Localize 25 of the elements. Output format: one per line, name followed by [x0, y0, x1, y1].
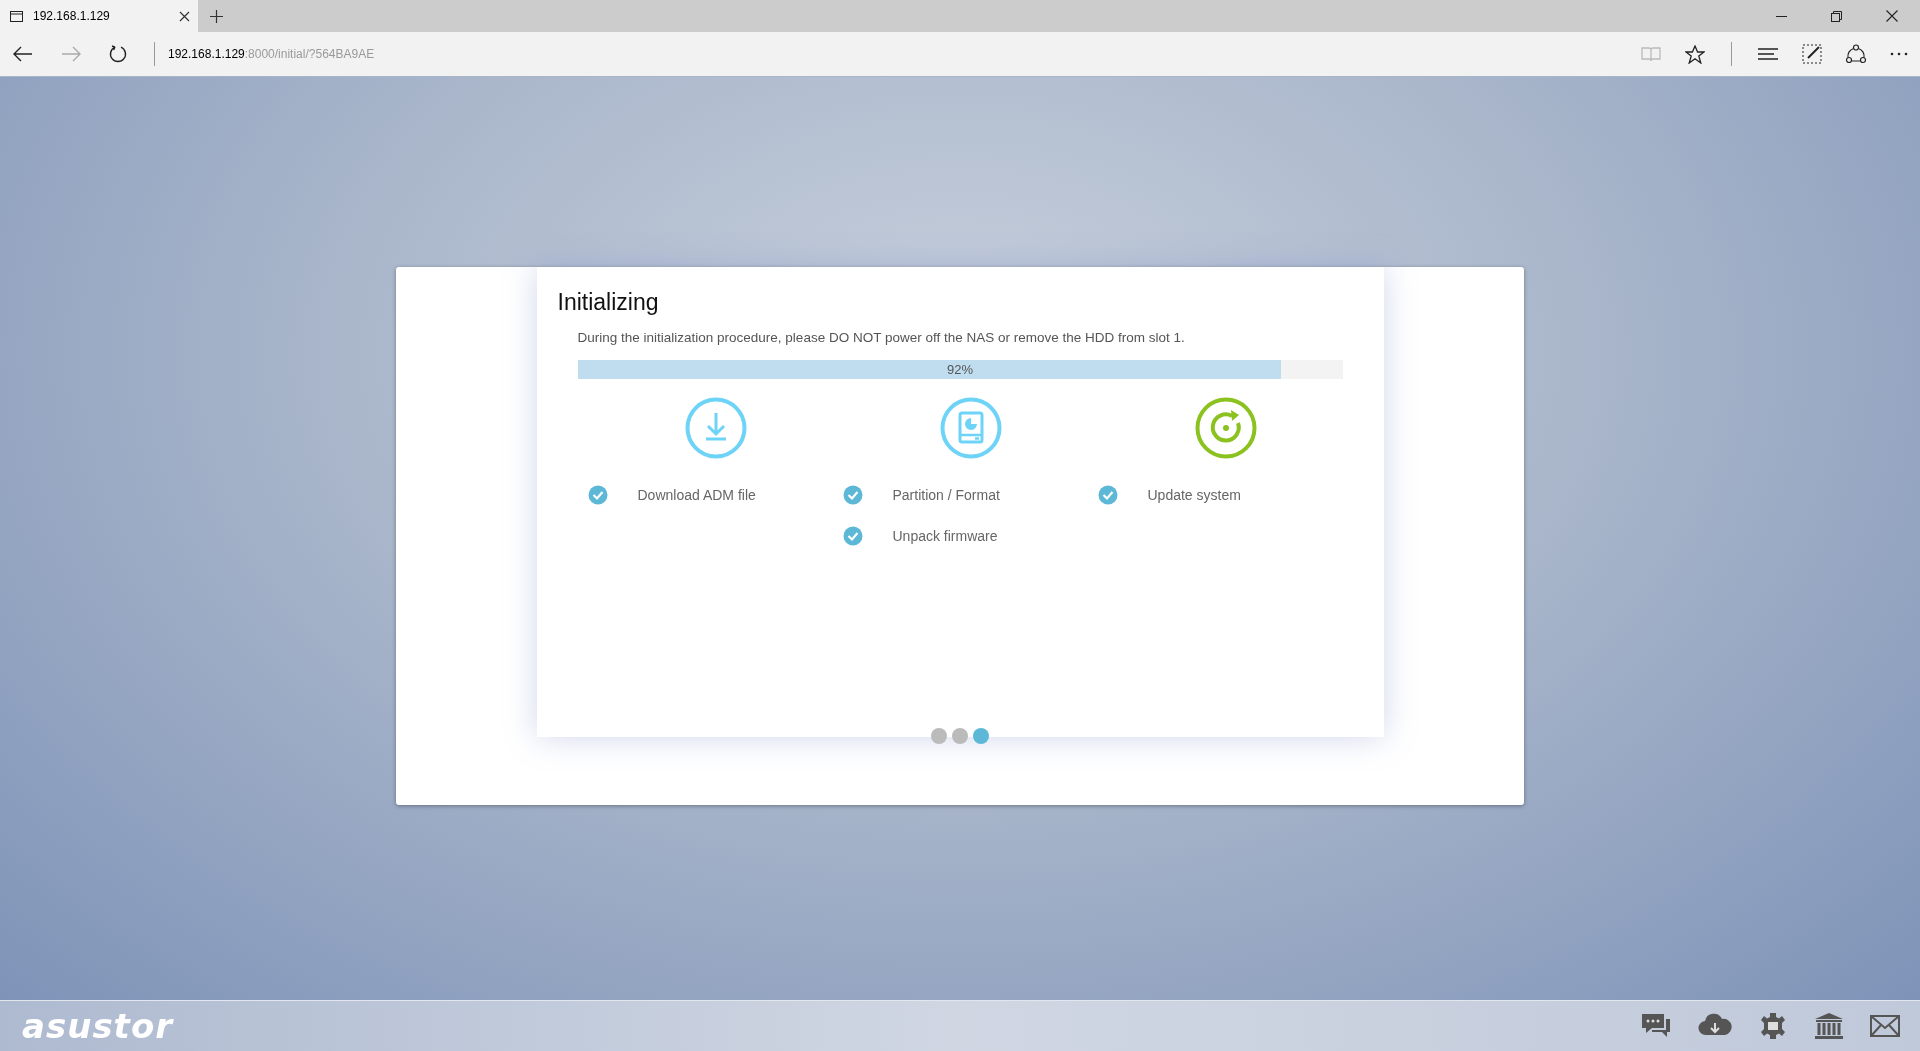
- page-icon: [10, 10, 23, 22]
- task-label: Partition / Format: [892, 487, 1000, 503]
- new-tab-icon[interactable]: [210, 9, 223, 23]
- note-icon[interactable]: [1802, 44, 1822, 64]
- bank-icon[interactable]: [1814, 1012, 1844, 1040]
- star-icon[interactable]: [1685, 44, 1705, 64]
- warning-message: During the initialization procedure, please DO NOT power off the NAS or remove the HDD from slot 1.: [577, 330, 1186, 345]
- close-icon[interactable]: [1886, 10, 1898, 22]
- more-icon[interactable]: [1890, 52, 1908, 56]
- task-label: Update system: [1147, 487, 1241, 503]
- tab-title: 192.168.1.129: [33, 9, 111, 23]
- task-label: Unpack firmware: [892, 528, 998, 544]
- share-icon[interactable]: [1846, 44, 1866, 64]
- brand-logo: asustor: [22, 1006, 173, 1046]
- browser-tab[interactable]: 192.168.1.129: [0, 0, 198, 32]
- hub-icon[interactable]: [1758, 47, 1778, 61]
- dialog-title: Initializing: [557, 289, 660, 316]
- task-label: Download ADM file: [637, 487, 756, 503]
- close-icon[interactable]: [179, 10, 190, 22]
- refresh-icon[interactable]: [109, 45, 127, 63]
- back-icon[interactable]: [13, 46, 33, 62]
- progress-reading: 92%: [947, 362, 973, 377]
- gear-icon[interactable]: [1758, 1011, 1788, 1041]
- mail-icon[interactable]: [1870, 1015, 1900, 1037]
- restore-icon[interactable]: [1831, 10, 1842, 22]
